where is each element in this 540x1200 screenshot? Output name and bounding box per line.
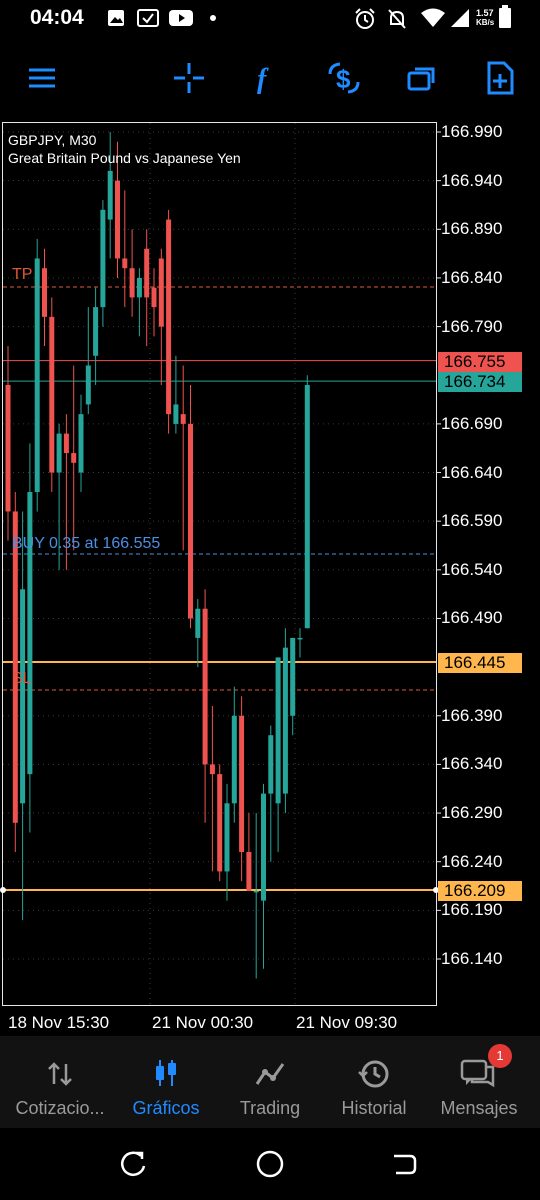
- nav-quotes-label: Cotizacio...: [15, 1098, 105, 1118]
- chart-symbol: GBPJPY, M30: [8, 132, 97, 148]
- nav-history[interactable]: Historial: [320, 1036, 428, 1128]
- price-axis-label: 166.140: [441, 949, 503, 968]
- time-label-1: 18 Nov 15:30: [8, 1013, 110, 1032]
- price-axis-label: 166.190: [441, 900, 503, 920]
- windows-icon[interactable]: [404, 60, 440, 96]
- buy-order-label[interactable]: BUY 0.35 at 166.555: [12, 535, 160, 553]
- battery-icon: [499, 5, 511, 28]
- nav-trading-label: Trading: [239, 1098, 301, 1118]
- mute-icon: [388, 9, 406, 29]
- alarm-icon: [355, 8, 375, 29]
- time-label-2: 21 Nov 00:30: [152, 1013, 254, 1032]
- level-line-tag-high[interactable]: 166.445: [438, 653, 522, 673]
- back-icon[interactable]: [390, 1150, 418, 1178]
- nav-messages-label: Mensajes: [440, 1098, 518, 1118]
- nav-messages[interactable]: Mensajes: [425, 1036, 533, 1128]
- nav-trading[interactable]: Trading: [216, 1036, 324, 1128]
- chart-toolbar: f $: [0, 48, 540, 108]
- price-axis-label: 166.690: [441, 413, 503, 433]
- candles-chart-icon: [156, 1060, 176, 1086]
- price-axis-label: 166.790: [441, 316, 503, 336]
- price-axis-label: 166.890: [441, 219, 503, 239]
- price-axis-label: 166.940: [441, 170, 503, 190]
- svg-text:f: f: [257, 64, 269, 95]
- dollar-exchange-icon[interactable]: $: [326, 60, 362, 96]
- menu-icon[interactable]: [24, 60, 60, 96]
- status-time: 04:04: [30, 6, 84, 29]
- system-nav-bar: [0, 1128, 540, 1200]
- price-axis-label: 166.490: [441, 608, 503, 628]
- youtube-icon: [169, 10, 193, 26]
- wifi-icon: [421, 8, 445, 27]
- quotes-arrows-icon: [48, 1062, 72, 1086]
- sl-label: SL: [12, 670, 32, 687]
- new-order-icon[interactable]: [482, 60, 518, 96]
- recents-icon[interactable]: [118, 1150, 148, 1180]
- chart-description: Great Britain Pound vs Japanese Yen: [8, 150, 241, 166]
- nav-quotes[interactable]: Cotizacio...: [6, 1036, 114, 1128]
- svg-text:$: $: [336, 64, 351, 94]
- time-label-3: 21 Nov 09:30: [296, 1013, 398, 1032]
- price-axis-label: 166.990: [441, 122, 503, 141]
- tp-label: TP: [12, 266, 33, 283]
- ask-price-tag: 166.755: [438, 352, 522, 372]
- nav-charts[interactable]: Gráficos: [112, 1036, 220, 1128]
- price-axis-label: 166.640: [441, 462, 503, 482]
- chart-area[interactable]: [2, 122, 437, 1006]
- home-icon[interactable]: [254, 1148, 286, 1180]
- price-axis-label: 166.340: [441, 754, 503, 774]
- checkbox-notification-icon: [137, 9, 159, 27]
- level-line-tag-low[interactable]: 166.209: [438, 881, 522, 901]
- trading-line-icon: [255, 1063, 285, 1085]
- nav-history-label: Historial: [341, 1098, 407, 1118]
- crosshair-icon[interactable]: [171, 60, 207, 96]
- status-bar: 04:04 1.57 KB/s: [0, 0, 540, 36]
- price-axis-label: 166.390: [441, 705, 503, 725]
- network-speed-value: 1.57: [476, 8, 494, 18]
- price-axis-label: 166.540: [441, 559, 503, 579]
- gallery-icon: [108, 10, 124, 26]
- function-icon[interactable]: f: [248, 60, 284, 96]
- bid-price-tag: 166.734: [438, 372, 522, 392]
- price-axis-label: 166.590: [441, 511, 503, 531]
- network-speed-unit: KB/s: [476, 18, 495, 27]
- messages-badge: 1: [488, 1044, 512, 1068]
- price-axis-label: 166.290: [441, 803, 503, 823]
- history-clock-icon: [358, 1060, 389, 1088]
- nav-charts-label: Gráficos: [132, 1098, 200, 1118]
- signal-icon: [451, 9, 469, 27]
- bottom-nav: Cotizacio... Gráficos Trading Historial …: [0, 1036, 540, 1128]
- chart-symbol-info: GBPJPY, M30 Great Britain Pound vs Japan…: [8, 131, 241, 167]
- dot-icon: [210, 15, 216, 21]
- price-axis-label: 166.240: [441, 851, 503, 871]
- price-axis-label: 166.840: [441, 267, 503, 287]
